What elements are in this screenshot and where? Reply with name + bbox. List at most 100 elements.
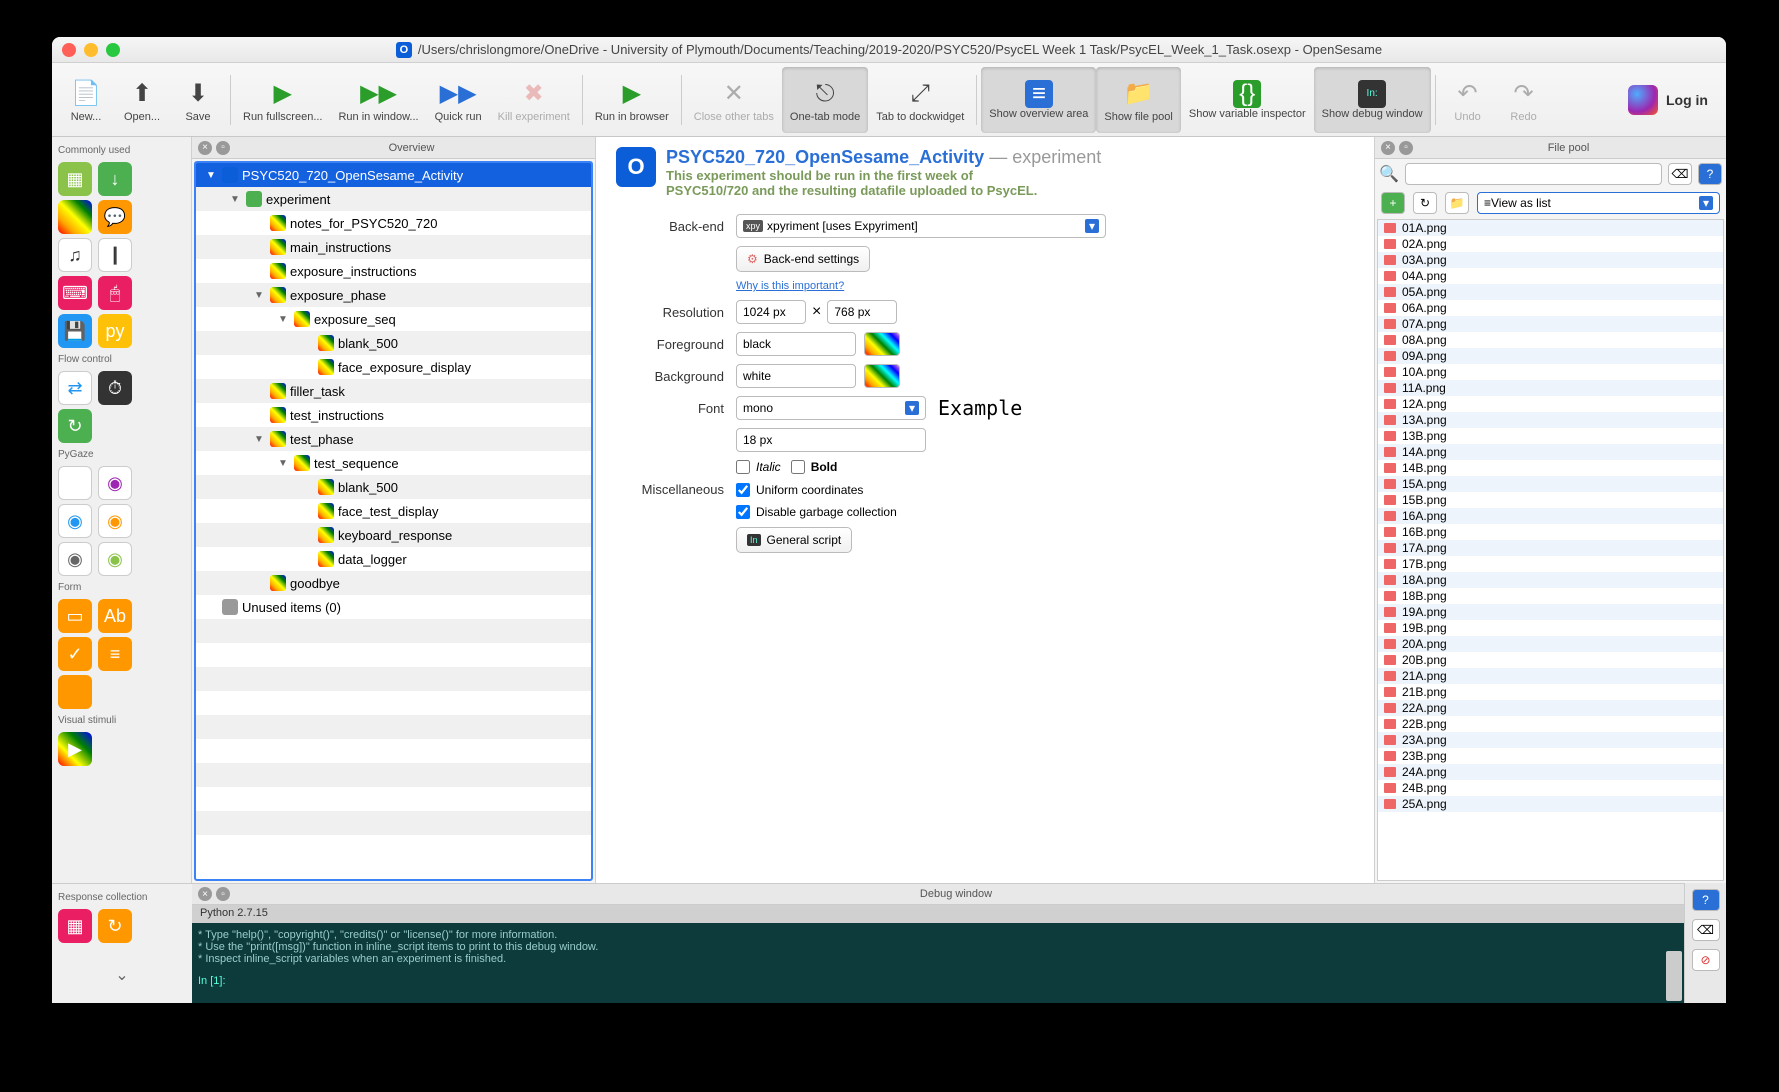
file-item[interactable]: 02A.png xyxy=(1378,236,1723,252)
file-list[interactable]: 01A.png02A.png03A.png04A.png05A.png06A.p… xyxy=(1377,219,1724,881)
save-button[interactable]: ⬇Save xyxy=(170,67,226,133)
delay-item-icon[interactable]: ⏱ xyxy=(98,371,132,405)
pygaze-start-icon[interactable]: ◉ xyxy=(58,504,92,538)
browse-button[interactable]: 📁 xyxy=(1445,192,1469,214)
debug-button[interactable]: In:Show debug window xyxy=(1314,67,1431,133)
coroutines-item-icon[interactable]: ⇄ xyxy=(58,371,92,405)
synth-item-icon[interactable]: ⎹⎸ xyxy=(98,238,132,272)
response-item2-icon[interactable]: ↻ xyxy=(98,909,132,943)
file-item[interactable]: 18A.png xyxy=(1378,572,1723,588)
float-filepool-icon[interactable]: ▫ xyxy=(1399,141,1413,155)
pygaze-drift-icon[interactable]: ◉ xyxy=(98,466,132,500)
run-window-button[interactable]: ▶▶Run in window... xyxy=(330,67,426,133)
close-window-button[interactable] xyxy=(62,43,76,57)
visual-item-icon[interactable]: ▶ xyxy=(58,732,92,766)
tree-item[interactable]: goodbye xyxy=(196,571,591,595)
file-item[interactable]: 22B.png xyxy=(1378,716,1723,732)
tree-item[interactable]: ▼experiment xyxy=(196,187,591,211)
dock-button[interactable]: ⤢Tab to dockwidget xyxy=(868,67,972,133)
form-base-icon[interactable]: ▭ xyxy=(58,599,92,633)
file-item[interactable]: 14B.png xyxy=(1378,460,1723,476)
file-item[interactable]: 15A.png xyxy=(1378,476,1723,492)
debug-stop-button[interactable]: ⊘ xyxy=(1692,949,1720,971)
overview-button[interactable]: ≡Show overview area xyxy=(981,67,1096,133)
res-height-input[interactable] xyxy=(827,300,897,324)
tree-item[interactable]: main_instructions xyxy=(196,235,591,259)
file-item[interactable]: 04A.png xyxy=(1378,268,1723,284)
file-item[interactable]: 21B.png xyxy=(1378,684,1723,700)
debug-console[interactable]: * Type "help()", "copyright()", "credits… xyxy=(192,923,1684,1003)
logger-item-icon[interactable]: 💾 xyxy=(58,314,92,348)
file-item[interactable]: 17A.png xyxy=(1378,540,1723,556)
uniform-checkbox[interactable]: Uniform coordinates xyxy=(736,483,863,497)
form-input-icon[interactable] xyxy=(58,675,92,709)
new-button[interactable]: 📄New... xyxy=(58,67,114,133)
expand-icon[interactable]: ⌄ xyxy=(56,965,188,985)
font-select[interactable]: mono▾ xyxy=(736,396,926,420)
file-item[interactable]: 08A.png xyxy=(1378,332,1723,348)
clear-search-button[interactable]: ⌫ xyxy=(1668,163,1692,185)
tree-item[interactable]: face_exposure_display xyxy=(196,355,591,379)
form-text-icon[interactable]: Ab xyxy=(98,599,132,633)
overview-tree[interactable]: ▼PSYC520_720_OpenSesame_Activity▼experim… xyxy=(194,161,593,881)
file-item[interactable]: 03A.png xyxy=(1378,252,1723,268)
close-filepool-icon[interactable]: × xyxy=(1381,141,1395,155)
repeat-item-icon[interactable]: ↻ xyxy=(58,409,92,443)
italic-checkbox[interactable]: Italic xyxy=(736,460,781,474)
login-button[interactable]: Log in xyxy=(1628,85,1720,115)
file-item[interactable]: 25A.png xyxy=(1378,796,1723,812)
float-panel-icon[interactable]: ▫ xyxy=(216,141,230,155)
file-item[interactable]: 22A.png xyxy=(1378,700,1723,716)
sketchpad-item-icon[interactable] xyxy=(58,200,92,234)
mouse-item-icon[interactable]: 🖱 xyxy=(98,276,132,310)
tree-item[interactable]: keyboard_response xyxy=(196,523,591,547)
debug-scrollbar[interactable] xyxy=(1666,951,1682,1001)
file-item[interactable]: 10A.png xyxy=(1378,364,1723,380)
tree-item[interactable]: Unused items (0) xyxy=(196,595,591,619)
file-item[interactable]: 07A.png xyxy=(1378,316,1723,332)
file-item[interactable]: 18B.png xyxy=(1378,588,1723,604)
file-item[interactable]: 21A.png xyxy=(1378,668,1723,684)
file-item[interactable]: 16B.png xyxy=(1378,524,1723,540)
close-panel-icon[interactable]: × xyxy=(198,141,212,155)
open-button[interactable]: ⬆Open... xyxy=(114,67,170,133)
tree-item[interactable]: test_instructions xyxy=(196,403,591,427)
feedback-item-icon[interactable]: 💬 xyxy=(98,200,132,234)
loop-item-icon[interactable]: ▦ xyxy=(58,162,92,196)
view-select[interactable]: ≡ View as list▾ xyxy=(1477,192,1720,214)
file-item[interactable]: 19B.png xyxy=(1378,620,1723,636)
tree-item[interactable]: blank_500 xyxy=(196,331,591,355)
bold-checkbox[interactable]: Bold xyxy=(791,460,838,474)
form-consent-icon[interactable]: ✓ xyxy=(58,637,92,671)
pygaze-stop-icon[interactable]: ◉ xyxy=(98,504,132,538)
file-item[interactable]: 13B.png xyxy=(1378,428,1723,444)
tree-item[interactable]: ▼exposure_seq xyxy=(196,307,591,331)
tree-item[interactable]: ▼test_phase xyxy=(196,427,591,451)
keyboard-item-icon[interactable]: ⌨ xyxy=(58,276,92,310)
minimize-window-button[interactable] xyxy=(84,43,98,57)
run-browser-button[interactable]: ▶Run in browser xyxy=(587,67,677,133)
file-item[interactable]: 16A.png xyxy=(1378,508,1723,524)
background-color-button[interactable] xyxy=(864,364,900,388)
pygaze-init-icon[interactable]: ◉ xyxy=(58,466,92,500)
varinsp-button[interactable]: {}Show variable inspector xyxy=(1181,67,1314,133)
sequence-item-icon[interactable]: ↓ xyxy=(98,162,132,196)
gc-checkbox[interactable]: Disable garbage collection xyxy=(736,505,897,519)
debug-help-button[interactable]: ? xyxy=(1692,889,1720,911)
file-item[interactable]: 05A.png xyxy=(1378,284,1723,300)
run-fullscreen-button[interactable]: ▶Run fullscreen... xyxy=(235,67,330,133)
tree-item[interactable]: notes_for_PSYC520_720 xyxy=(196,211,591,235)
file-item[interactable]: 13A.png xyxy=(1378,412,1723,428)
pygaze-wait-icon[interactable]: ◉ xyxy=(98,542,132,576)
backend-settings-button[interactable]: ⚙Back-end settings xyxy=(736,246,870,272)
tree-item[interactable]: filler_task xyxy=(196,379,591,403)
file-item[interactable]: 09A.png xyxy=(1378,348,1723,364)
file-item[interactable]: 01A.png xyxy=(1378,220,1723,236)
file-item[interactable]: 06A.png xyxy=(1378,300,1723,316)
file-item[interactable]: 11A.png xyxy=(1378,380,1723,396)
tree-item[interactable]: ▼test_sequence xyxy=(196,451,591,475)
help-button[interactable]: ? xyxy=(1698,163,1722,185)
experiment-description[interactable]: This experiment should be run in the fir… xyxy=(666,168,1046,198)
close-debug-icon[interactable]: × xyxy=(198,887,212,901)
background-input[interactable] xyxy=(736,364,856,388)
